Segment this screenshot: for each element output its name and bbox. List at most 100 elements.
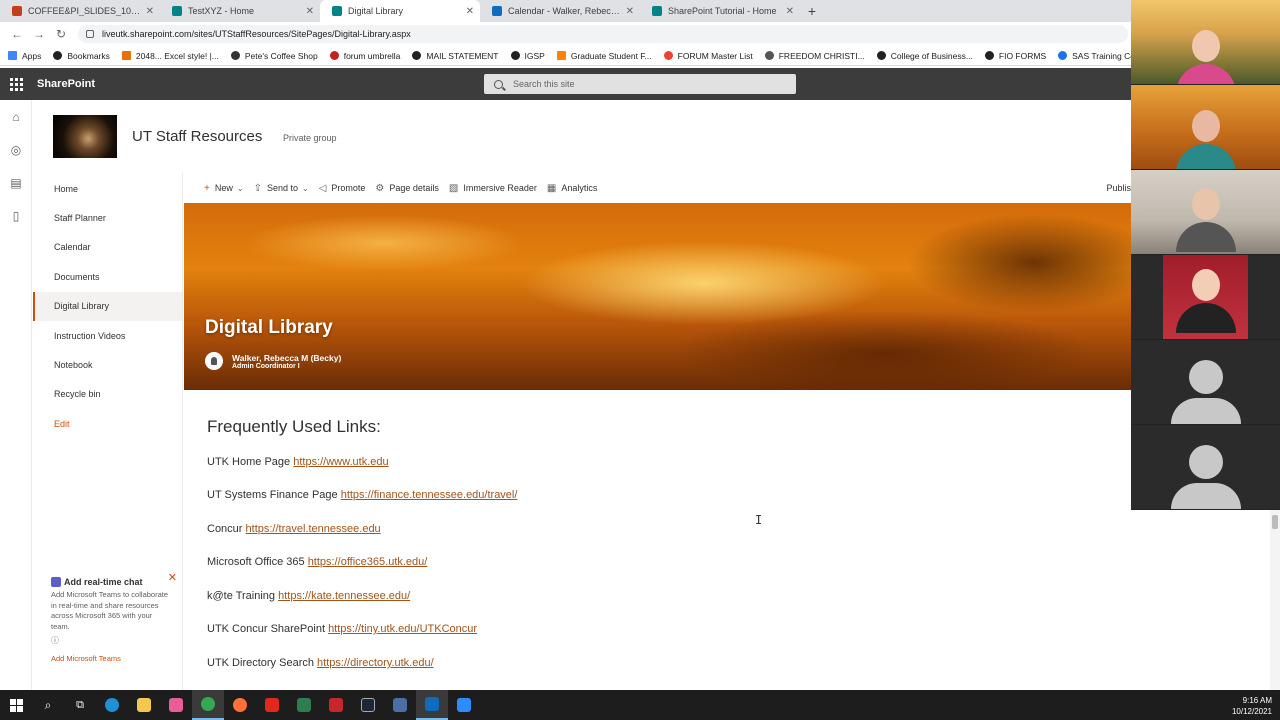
new-tab-button[interactable]: + xyxy=(800,0,824,22)
close-icon[interactable]: ✕ xyxy=(306,6,314,17)
bookmark-sas-training[interactable]: SAS Training Center... xyxy=(1058,51,1131,61)
firefox-icon[interactable] xyxy=(224,690,256,720)
video-tile[interactable] xyxy=(1131,340,1280,425)
link-url[interactable]: https://finance.tennessee.edu/travel/ xyxy=(341,489,518,501)
url-input[interactable]: liveutk.sharepoint.com/sites/UTStaffReso… xyxy=(78,25,1128,43)
chrome-icon[interactable] xyxy=(192,690,224,720)
link-url[interactable]: https://tiny.utk.edu/UTKConcur xyxy=(328,623,477,635)
search-icon[interactable]: ⌕ xyxy=(32,690,64,720)
site-logo[interactable] xyxy=(53,115,117,158)
bookmark-petes-coffee[interactable]: Pete's Coffee Shop xyxy=(230,51,318,61)
close-icon[interactable]: ✕ xyxy=(626,6,634,17)
bookmark-forum-umbrella[interactable]: forum umbrella xyxy=(329,51,400,61)
reader-icon: ▧ xyxy=(448,182,459,194)
send-to-button[interactable]: ⇪ Send to ⌄ xyxy=(254,183,309,194)
analytics-icon: ▦ xyxy=(546,182,557,194)
link-url[interactable]: https://travel.tennessee.edu xyxy=(246,523,381,535)
link-row: UT Systems Finance Page https://finance.… xyxy=(207,489,518,501)
browser-tab-2[interactable]: TestXYZ - Home ✕ xyxy=(160,0,320,22)
file-icon[interactable]: ▯ xyxy=(0,199,32,232)
adobe-reader-icon[interactable] xyxy=(384,690,416,720)
scrollbar[interactable] xyxy=(1270,510,1280,690)
site-search-input[interactable]: Search this site xyxy=(484,74,796,94)
site-title[interactable]: UT Staff Resources xyxy=(132,128,262,145)
video-tile[interactable] xyxy=(1131,0,1280,85)
file-explorer-icon[interactable] xyxy=(128,690,160,720)
close-icon[interactable]: ✕ xyxy=(146,6,154,17)
close-icon[interactable]: ✕ xyxy=(466,6,474,17)
info-icon[interactable]: ⓘ xyxy=(51,635,169,646)
globe-icon xyxy=(510,51,520,60)
nav-item-home[interactable]: Home xyxy=(33,174,182,203)
video-tile[interactable] xyxy=(1131,425,1280,510)
video-tile[interactable] xyxy=(1131,170,1280,255)
nav-item-recycle-bin[interactable]: Recycle bin xyxy=(33,380,182,409)
bookmark-bookmarks[interactable]: Bookmarks xyxy=(53,51,110,61)
acrobat-icon[interactable] xyxy=(256,690,288,720)
task-view-icon[interactable]: ⧉ xyxy=(64,690,96,720)
browser-tab-5[interactable]: SharePoint Tutorial - Home ✕ xyxy=(640,0,800,22)
outlook-icon[interactable] xyxy=(416,690,448,720)
add-teams-link[interactable]: Add Microsoft Teams xyxy=(51,654,169,663)
photos-icon[interactable] xyxy=(160,690,192,720)
page-author[interactable]: Walker, Rebecca M (Becky) Admin Coordina… xyxy=(205,352,341,370)
page-details-button[interactable]: ⚙ Page details xyxy=(375,183,439,194)
back-arrow-icon[interactable]: ← xyxy=(6,23,28,45)
bookmark-mail-statement[interactable]: MAIL STATEMENT xyxy=(412,51,499,61)
link-row: UTK Directory Search https://directory.u… xyxy=(207,657,434,669)
bookmark-graduate-student[interactable]: Graduate Student F... xyxy=(556,51,652,61)
tab-label: SharePoint Tutorial - Home xyxy=(668,6,777,16)
news-icon[interactable]: ▤ xyxy=(0,166,32,199)
app-icon[interactable] xyxy=(288,690,320,720)
nav-item-staff-planner[interactable]: Staff Planner xyxy=(33,203,182,232)
bookmarks-bar: Apps Bookmarks 2048... Excel style! |...… xyxy=(0,46,1131,66)
browser-tab-4[interactable]: Calendar - Walker, Rebecca M (li ✕ xyxy=(480,0,640,22)
publish-status[interactable]: Publis xyxy=(1106,183,1131,193)
nav-edit-link[interactable]: Edit xyxy=(33,409,182,438)
promote-button[interactable]: ◁ Promote xyxy=(319,183,366,194)
bookmark-igsp[interactable]: IGSP xyxy=(510,51,545,61)
video-tile[interactable] xyxy=(1131,255,1280,340)
system-clock[interactable]: 9:16 AM 10/12/2021 xyxy=(1232,695,1272,717)
globe-icon[interactable]: ◎ xyxy=(0,133,32,166)
tab-label: Digital Library xyxy=(348,6,404,16)
scrollbar-thumb[interactable] xyxy=(1272,515,1278,529)
immersive-reader-button[interactable]: ▧ Immersive Reader xyxy=(449,183,537,194)
link-url[interactable]: https://kate.tennessee.edu/ xyxy=(278,590,410,602)
bookmark-college-business[interactable]: College of Business... xyxy=(876,51,973,61)
new-button[interactable]: + New ⌄ xyxy=(204,183,244,194)
nav-item-calendar[interactable]: Calendar xyxy=(33,233,182,262)
site-privacy-label: Private group xyxy=(283,133,337,143)
chevron-down-icon: ⌄ xyxy=(301,183,309,193)
forward-arrow-icon[interactable]: → xyxy=(28,23,50,45)
link-url[interactable]: https://office365.utk.edu/ xyxy=(308,556,428,568)
nav-item-documents[interactable]: Documents xyxy=(33,262,182,291)
links-heading: Frequently Used Links: xyxy=(207,417,381,436)
app-launcher-icon[interactable] xyxy=(0,68,32,100)
bookmark-forum-master-list[interactable]: FORUM Master List xyxy=(663,51,753,61)
nav-item-notebook[interactable]: Notebook xyxy=(33,350,182,379)
edge-icon[interactable] xyxy=(96,690,128,720)
video-tile[interactable] xyxy=(1131,85,1280,170)
reload-icon[interactable]: ↻ xyxy=(50,23,72,45)
bookmark-2048[interactable]: 2048... Excel style! |... xyxy=(121,51,219,61)
browser-tab-1[interactable]: COFFEE&PI_SLIDES_10-12-21.pp ✕ xyxy=(0,0,160,22)
bookmark-apps[interactable]: Apps xyxy=(8,51,41,61)
nav-item-instruction-videos[interactable]: Instruction Videos xyxy=(33,321,182,350)
windows-start-icon[interactable] xyxy=(0,690,32,720)
close-icon[interactable]: ✕ xyxy=(786,6,794,17)
home-icon[interactable]: ⌂ xyxy=(0,100,32,133)
link-url[interactable]: https://directory.utk.edu/ xyxy=(317,657,434,669)
sharepoint-brand[interactable]: SharePoint xyxy=(37,78,95,90)
browser-tab-3[interactable]: Digital Library ✕ xyxy=(320,0,480,22)
steam-icon[interactable] xyxy=(352,690,384,720)
nav-item-digital-library[interactable]: Digital Library xyxy=(33,291,182,322)
acrobat-reader-icon[interactable] xyxy=(320,690,352,720)
bookmark-freedom[interactable]: FREEDOM CHRISTI... xyxy=(764,51,865,61)
zoom-icon[interactable] xyxy=(448,690,480,720)
link-url[interactable]: https://www.utk.edu xyxy=(293,456,388,468)
bookmark-fio-forms[interactable]: FIO FORMS xyxy=(984,51,1046,61)
analytics-button[interactable]: ▦ Analytics xyxy=(547,183,597,194)
close-icon[interactable]: ✕ xyxy=(168,571,177,584)
site-navigation: Home Staff Planner Calendar Documents Di… xyxy=(33,173,183,690)
